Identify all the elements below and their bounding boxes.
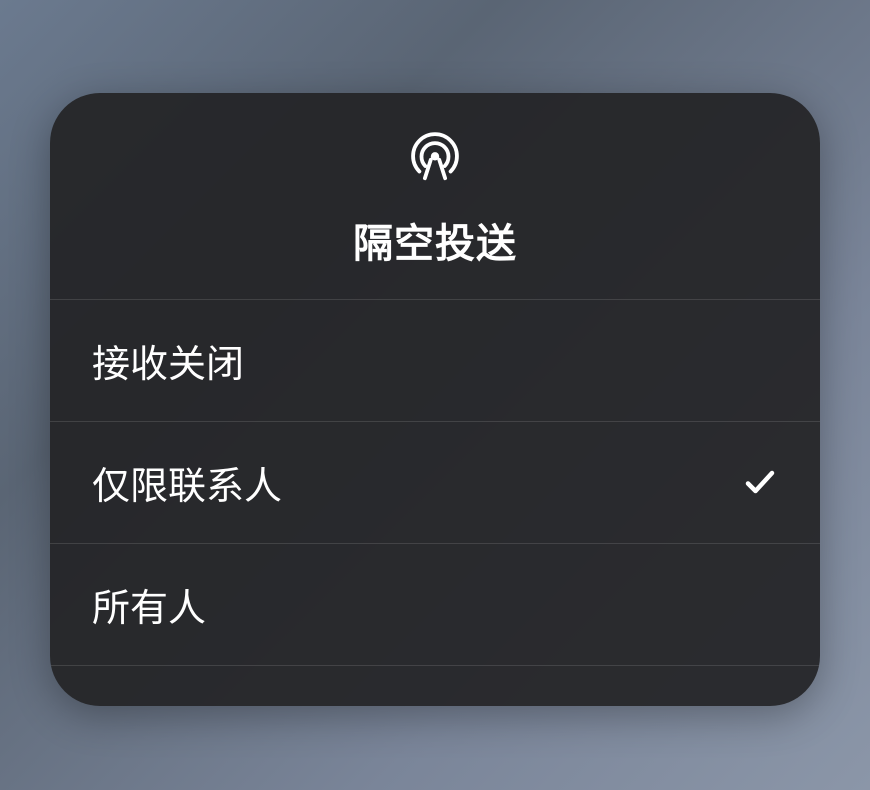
option-label: 仅限联系人 bbox=[92, 455, 282, 510]
option-label: 所有人 bbox=[92, 577, 206, 632]
option-label: 接收关闭 bbox=[92, 333, 244, 388]
airdrop-icon bbox=[408, 131, 462, 185]
panel-header: 隔空投送 bbox=[50, 93, 820, 300]
option-receiving-off[interactable]: 接收关闭 bbox=[50, 300, 820, 422]
bottom-spacer bbox=[50, 666, 820, 706]
panel-title: 隔空投送 bbox=[353, 211, 517, 269]
option-everyone[interactable]: 所有人 bbox=[50, 544, 820, 666]
airdrop-settings-panel: 隔空投送 接收关闭 仅限联系人 所有人 bbox=[50, 93, 820, 706]
option-contacts-only[interactable]: 仅限联系人 bbox=[50, 422, 820, 544]
checkmark-icon bbox=[742, 464, 778, 500]
